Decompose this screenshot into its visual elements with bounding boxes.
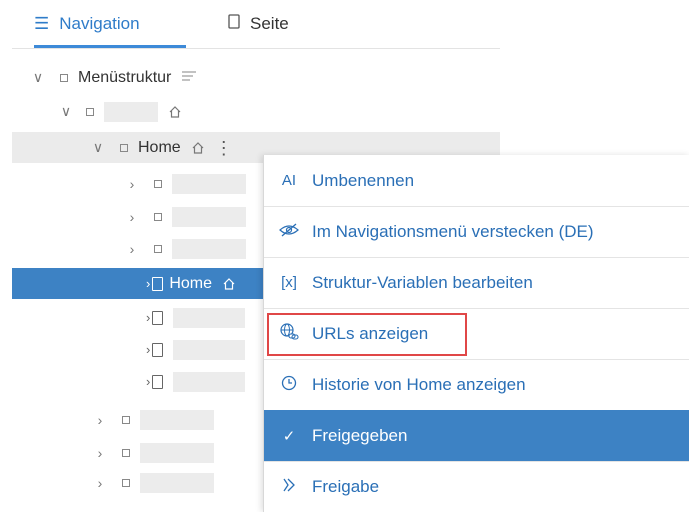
clock-icon [278, 375, 300, 395]
chevron-right-icon[interactable]: › [124, 176, 140, 192]
chevron-right-icon[interactable]: › [92, 412, 108, 428]
variable-icon: [x] [281, 274, 297, 291]
home-icon [223, 277, 235, 290]
chevron-down-icon[interactable]: ∨ [90, 139, 106, 156]
node-icon [154, 179, 162, 188]
check-icon: ✓ [282, 427, 296, 445]
menu-item-label: Historie von Home anzeigen [312, 374, 526, 394]
more-options-icon[interactable]: ⋮ [215, 139, 233, 157]
tree-row-menu-root[interactable]: ∨ Menüstruktur [12, 62, 510, 93]
chevron-down-icon[interactable]: ∨ [30, 69, 46, 86]
redirect-arrow-icon: › [146, 374, 151, 389]
menu-item-label: Freigegeben [312, 425, 408, 445]
menu-item-release[interactable]: Freigabe [264, 461, 689, 512]
menu-item-label: Struktur-Variablen bearbeiten [312, 272, 533, 292]
page-icon [152, 374, 164, 389]
home-label: Home [138, 138, 181, 156]
node-icon [154, 212, 162, 221]
page-icon [228, 14, 240, 34]
chevron-right-icon[interactable]: › [92, 445, 108, 461]
release-icon [278, 477, 300, 497]
page-icon [152, 342, 164, 357]
eye-off-icon [278, 223, 300, 241]
tab-navigation-label: Navigation [59, 14, 140, 33]
redacted-label [140, 442, 214, 463]
node-icon [122, 415, 130, 424]
redacted-label [172, 238, 246, 259]
redacted-label [140, 472, 214, 493]
menu-item-rename[interactable]: AI Umbenennen [264, 155, 689, 207]
redacted-label [173, 339, 246, 360]
node-icon [154, 244, 162, 253]
redacted-label [173, 371, 246, 392]
menu-root-label: Menüstruktur [78, 68, 172, 86]
node-icon [120, 143, 128, 152]
redacted-label [140, 409, 214, 430]
tab-navigation[interactable]: ☰ Navigation [34, 0, 186, 48]
redirect-arrow-icon: › [146, 342, 151, 357]
chevron-right-icon[interactable]: › [124, 209, 140, 225]
menu-item-label: Freigabe [312, 476, 380, 496]
menu-item-edit-structure-variables[interactable]: [x] Struktur-Variablen bearbeiten [264, 257, 689, 309]
rename-icon: AI [281, 172, 297, 189]
menu-item-released[interactable]: ✓ Freigegeben [264, 410, 689, 462]
menu-item-show-history[interactable]: Historie von Home anzeigen [264, 359, 689, 411]
redacted-label [104, 101, 158, 122]
node-icon [60, 73, 68, 82]
chevron-right-icon[interactable]: › [92, 475, 108, 491]
menu-item-hide-in-navigation[interactable]: Im Navigationsmenü verstecken (DE) [264, 206, 689, 258]
tab-page[interactable]: Seite [228, 0, 289, 48]
chevron-right-icon[interactable]: › [124, 241, 140, 257]
redirect-arrow-icon: › [146, 276, 151, 291]
menu-item-label: Im Navigationsmenü verstecken (DE) [312, 221, 594, 241]
home-icon [192, 141, 204, 154]
redacted-label [173, 307, 246, 328]
menu-item-label: Umbenennen [312, 170, 415, 190]
redirect-arrow-icon: › [146, 310, 151, 325]
tree-row-home-page-selected[interactable]: › Home [12, 268, 264, 299]
selected-home-label: Home [169, 274, 213, 292]
list-icon: ☰ [34, 14, 50, 33]
menu-structure-icon [181, 69, 197, 87]
tab-bar: ☰ Navigation Seite [0, 0, 500, 50]
tab-page-label: Seite [250, 14, 289, 33]
chevron-down-icon[interactable]: ∨ [58, 103, 74, 120]
tabs-divider [12, 48, 500, 49]
node-icon [122, 478, 130, 487]
redacted-label [172, 173, 246, 194]
page-icon [152, 310, 164, 325]
node-icon [122, 448, 130, 457]
page-icon [152, 276, 164, 291]
tree-row-site[interactable]: ∨ [12, 96, 538, 127]
home-icon [169, 105, 181, 118]
redacted-label [172, 206, 246, 227]
node-icon [86, 107, 94, 116]
highlight-annotation [267, 313, 467, 356]
